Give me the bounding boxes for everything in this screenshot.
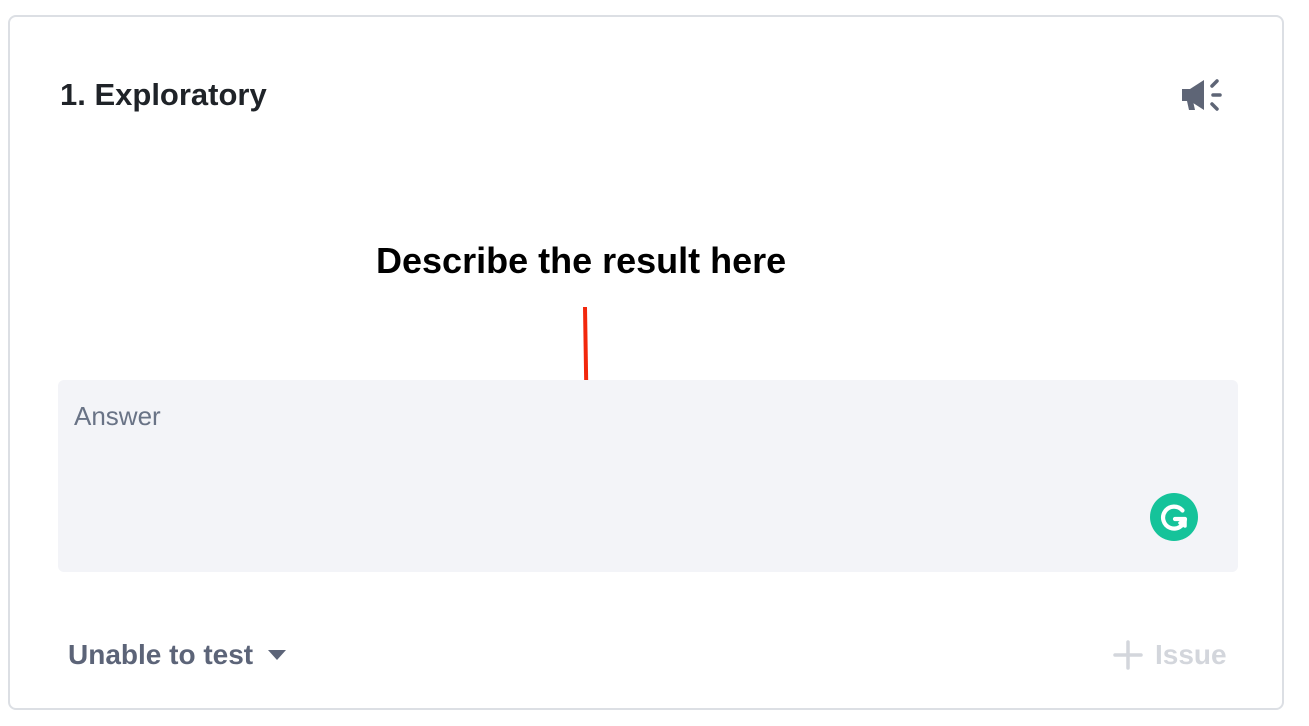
annotation-callout: Describe the result here [376, 240, 787, 281]
test-case-card: 1. Exploratory Describe the result here … [8, 15, 1284, 710]
megaphone-icon [1182, 79, 1222, 111]
status-dropdown[interactable]: Unable to test [68, 635, 287, 675]
answer-field[interactable]: Answer [58, 380, 1238, 572]
caret-down-icon [268, 650, 287, 660]
plus-icon [1113, 640, 1143, 670]
issue-label: Issue [1155, 639, 1227, 670]
answer-placeholder: Answer [74, 401, 161, 431]
add-issue-button[interactable]: Issue [1113, 635, 1227, 675]
status-label: Unable to test [68, 639, 254, 670]
test-case-title: 1. Exploratory [60, 77, 267, 112]
announce-button[interactable] [1178, 75, 1228, 117]
grammarly-icon[interactable] [1150, 493, 1198, 541]
